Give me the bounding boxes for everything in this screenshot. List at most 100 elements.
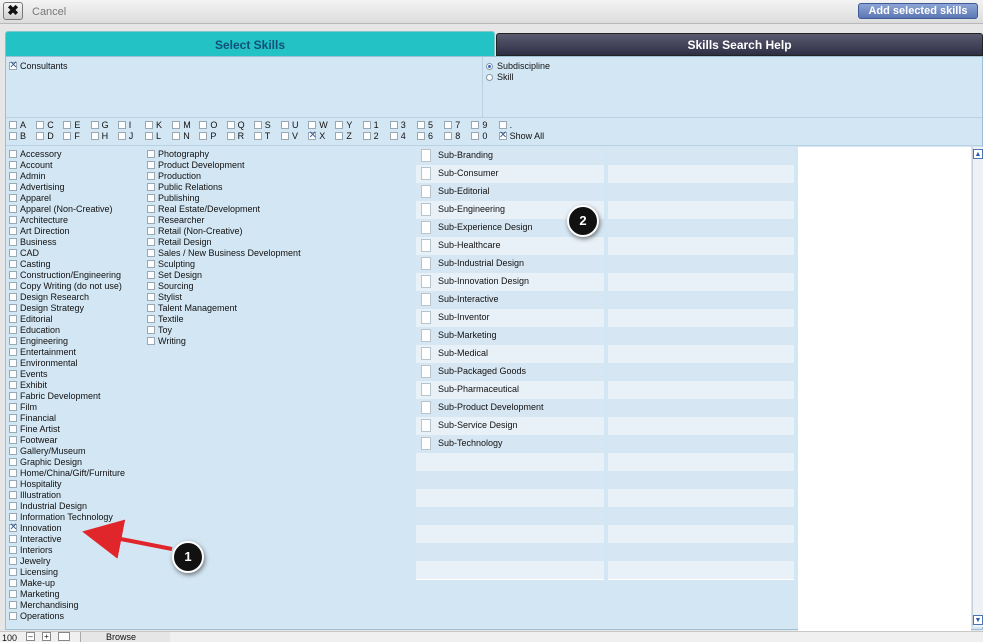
checkbox-box[interactable] — [9, 150, 17, 158]
checkbox-box[interactable] — [389, 121, 398, 129]
checkbox-box[interactable] — [9, 249, 17, 257]
arrow-down-icon[interactable]: ▼ — [973, 615, 983, 625]
checkbox-box[interactable] — [9, 612, 17, 620]
checkbox-box[interactable] — [281, 121, 289, 129]
checkbox-box[interactable] — [147, 194, 155, 202]
checkbox-box[interactable] — [147, 249, 155, 257]
checkbox-box[interactable] — [147, 172, 155, 180]
checkbox-box[interactable] — [147, 260, 155, 268]
checkbox-box[interactable] — [281, 132, 289, 140]
checkbox-box[interactable] — [9, 161, 17, 169]
checkbox-box[interactable] — [226, 121, 235, 129]
subdiscipline-item[interactable]: Sub-Service Design — [416, 417, 604, 435]
checkbox-box[interactable] — [147, 150, 155, 158]
checkbox-box[interactable] — [421, 275, 431, 288]
checkbox-box[interactable] — [9, 502, 17, 510]
checkbox-box[interactable] — [147, 271, 155, 279]
checkbox-box[interactable] — [444, 121, 453, 129]
checkbox-box[interactable] — [117, 132, 126, 140]
checkbox-box[interactable] — [9, 304, 17, 312]
checkbox-box[interactable] — [36, 132, 45, 140]
checkbox-box[interactable] — [9, 315, 17, 323]
checkbox-box[interactable] — [147, 326, 155, 334]
checkbox-box[interactable] — [421, 437, 431, 450]
checkbox-box[interactable] — [9, 403, 17, 411]
checkbox-box[interactable] — [9, 348, 17, 356]
checkbox-box[interactable] — [421, 257, 431, 270]
checkbox-box[interactable] — [9, 425, 17, 433]
checkbox-box[interactable] — [421, 365, 431, 378]
checkbox-box[interactable] — [421, 185, 431, 198]
zoom-in-icon[interactable]: + — [42, 632, 51, 641]
subdiscipline-item[interactable]: Sub-Packaged Goods — [416, 363, 604, 381]
checkbox-box[interactable] — [147, 238, 155, 246]
zoom-out-icon[interactable]: – — [26, 632, 35, 641]
checkbox-box[interactable] — [9, 282, 17, 290]
checkbox-box[interactable] — [199, 121, 208, 129]
checkbox-box[interactable] — [9, 370, 17, 378]
checkbox-box[interactable] — [9, 359, 17, 367]
checkbox-box[interactable] — [9, 132, 17, 140]
checkbox-box[interactable] — [421, 293, 431, 306]
checkbox-box[interactable] — [36, 121, 45, 129]
checkbox-box[interactable] — [9, 194, 17, 202]
checkbox-box[interactable] — [421, 383, 431, 396]
checkbox-box[interactable] — [417, 121, 425, 129]
checkbox-box[interactable] — [9, 326, 17, 334]
checkbox-box[interactable] — [147, 282, 155, 290]
checkbox-box[interactable] — [90, 121, 99, 129]
checkbox-box[interactable] — [308, 121, 317, 129]
checkbox-box[interactable] — [9, 480, 17, 488]
checkbox-box[interactable] — [9, 557, 17, 565]
window-icon[interactable] — [58, 632, 70, 641]
checkbox-box[interactable] — [147, 205, 155, 213]
checkbox-box[interactable] — [421, 203, 431, 216]
checkbox-box[interactable] — [9, 469, 17, 477]
mode-label[interactable]: Browse — [80, 632, 170, 642]
checkbox-box[interactable] — [471, 132, 480, 140]
checkbox-box[interactable] — [147, 337, 155, 345]
subdiscipline-item[interactable]: Sub-Branding — [416, 147, 604, 165]
checkbox-box[interactable] — [9, 491, 17, 499]
checkbox-box[interactable] — [498, 121, 507, 129]
subdiscipline-item[interactable]: Sub-Product Development — [416, 399, 604, 417]
checkbox-box[interactable] — [421, 311, 431, 324]
checkbox-box[interactable] — [9, 535, 17, 543]
checkbox-box[interactable] — [421, 221, 431, 234]
checkbox-box[interactable] — [9, 205, 17, 213]
checkbox-box[interactable] — [172, 121, 181, 129]
radio-button[interactable] — [486, 74, 493, 81]
checkbox-box[interactable] — [147, 227, 155, 235]
checkbox-box[interactable] — [147, 183, 155, 191]
checkbox-box[interactable] — [335, 132, 344, 140]
checkbox-box[interactable] — [172, 132, 181, 140]
subdiscipline-item[interactable]: Sub-Interactive — [416, 291, 604, 309]
subdiscipline-item[interactable]: Sub-Technology — [416, 435, 604, 453]
checkbox-box[interactable] — [9, 227, 17, 235]
cancel-label[interactable]: Cancel — [32, 6, 66, 18]
checkbox-box[interactable] — [9, 381, 17, 389]
subdiscipline-item[interactable]: Sub-Innovation Design — [416, 273, 604, 291]
zoom-level[interactable]: 100 — [2, 633, 17, 642]
checkbox-box[interactable] — [147, 293, 155, 301]
checkbox-box[interactable] — [9, 458, 17, 466]
checkbox-box[interactable] — [147, 161, 155, 169]
checkbox-box[interactable] — [253, 121, 262, 129]
tab-skills-search-help[interactable]: Skills Search Help — [496, 33, 983, 56]
checkbox-box[interactable] — [9, 414, 17, 422]
checkbox-box[interactable] — [421, 347, 431, 360]
checkbox-box[interactable] — [9, 271, 17, 279]
checkbox-box[interactable] — [9, 601, 17, 609]
checkbox-box[interactable] — [362, 121, 371, 129]
checkbox-box[interactable] — [9, 121, 17, 129]
subdiscipline-item[interactable]: Sub-Inventor — [416, 309, 604, 327]
checkbox-box[interactable] — [199, 132, 208, 140]
checkbox-box[interactable] — [117, 121, 126, 129]
add-selected-skills-button[interactable]: Add selected skills — [858, 3, 978, 19]
checkbox-box[interactable] — [226, 132, 235, 140]
checkbox-box[interactable] — [417, 132, 425, 140]
subdiscipline-item[interactable]: Sub-Marketing — [416, 327, 604, 345]
checkbox-box[interactable] — [9, 447, 17, 455]
checkbox-box[interactable] — [421, 167, 431, 180]
checkbox-box[interactable] — [9, 579, 17, 587]
